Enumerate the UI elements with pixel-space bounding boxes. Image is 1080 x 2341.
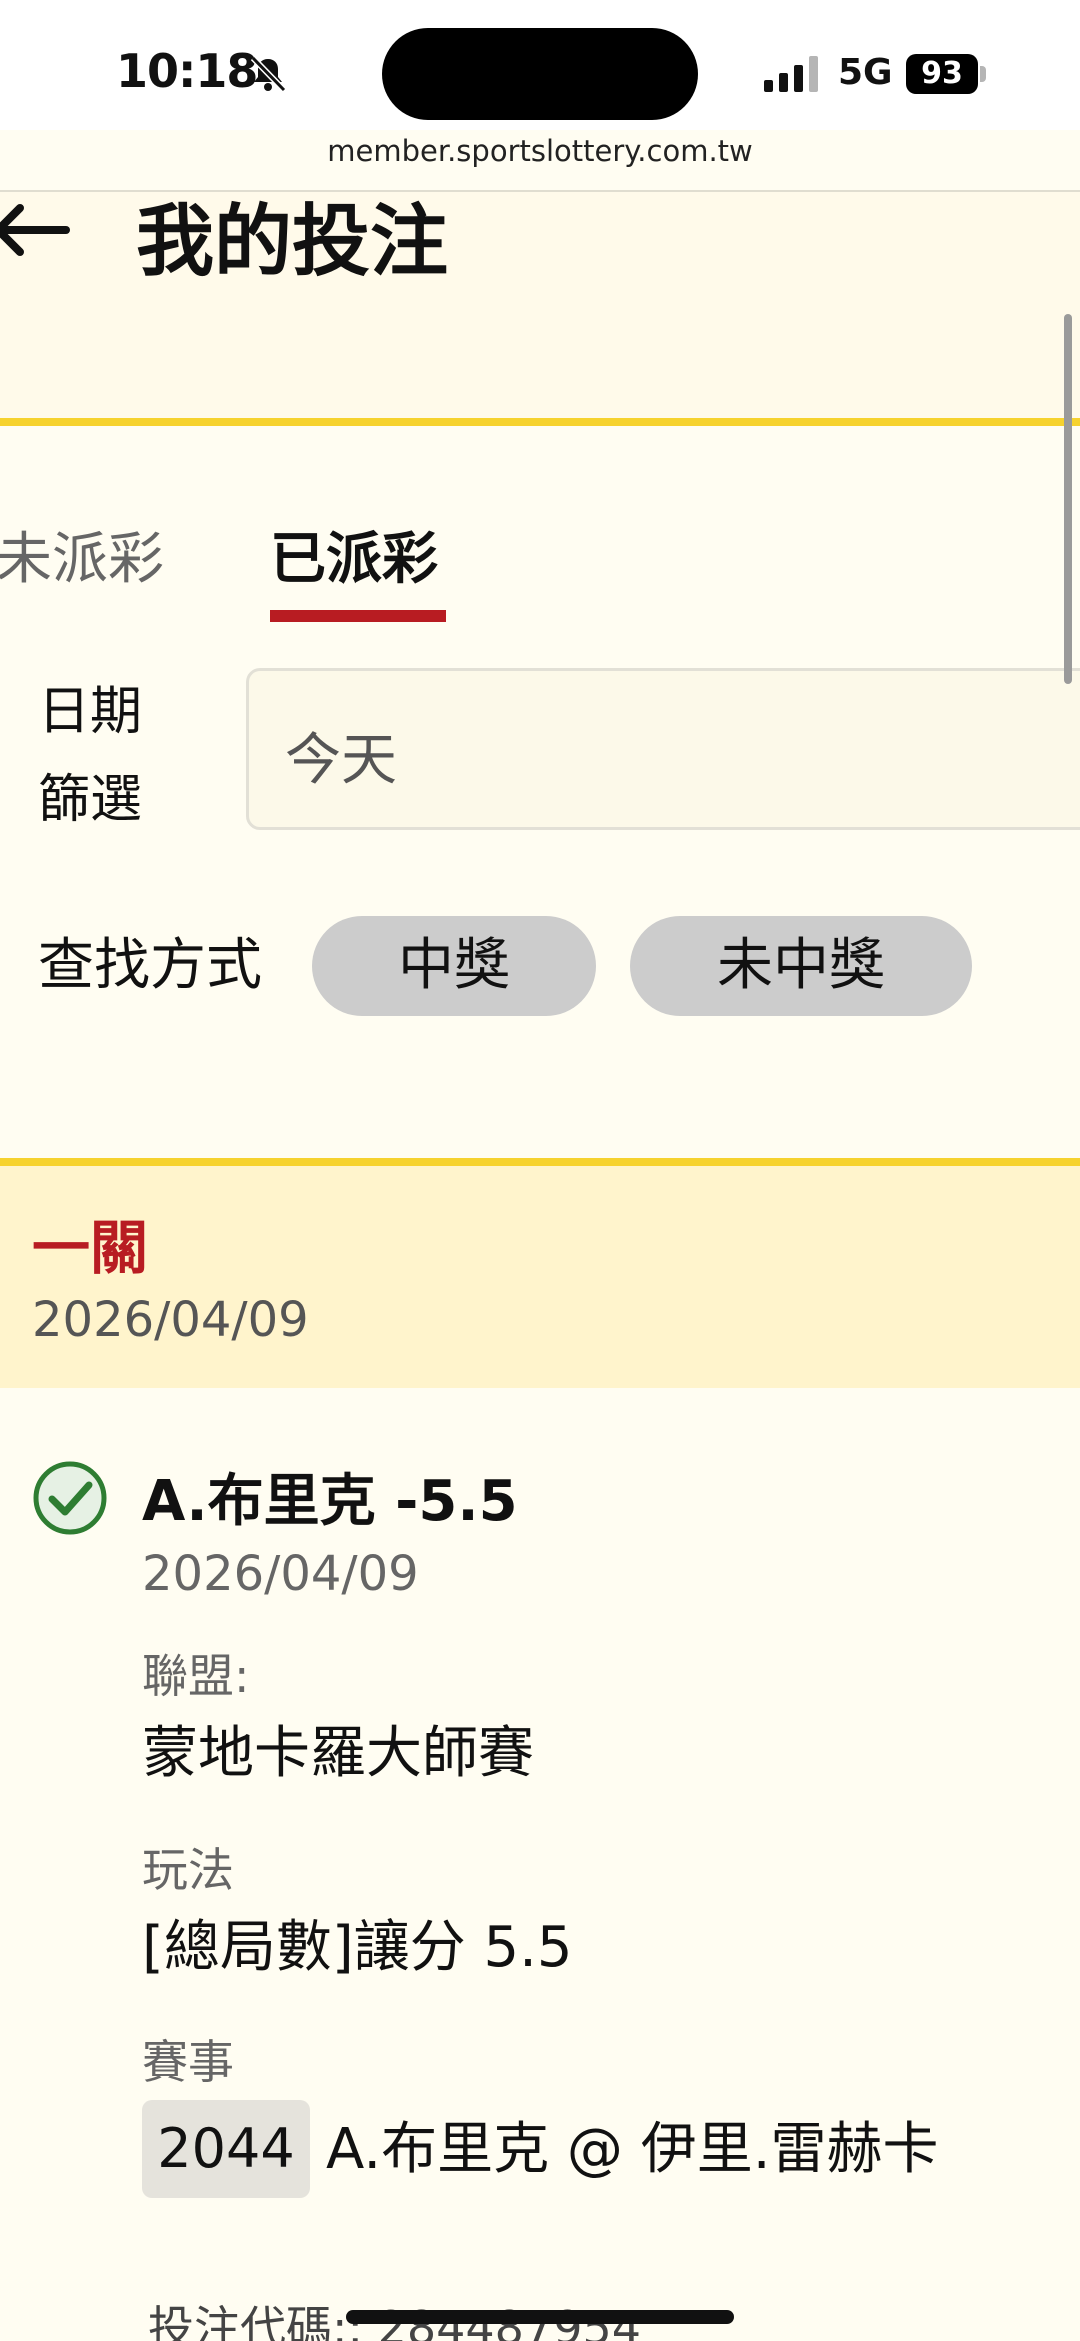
- date-filter-label: 日期 篩選: [38, 682, 143, 830]
- bet-group-header: [0, 1166, 1080, 1388]
- bet-group-title: 一關: [32, 1214, 149, 1282]
- event-name: A.布里克 @ 伊里.雷赫卡: [326, 2117, 939, 2182]
- dynamic-island: [382, 28, 698, 120]
- play-type-value: [總局數]讓分 5.5: [142, 1915, 573, 1980]
- bell-muted-icon: [250, 55, 287, 93]
- check-circle-icon: [33, 1461, 107, 1535]
- play-type-label: 玩法: [142, 1843, 234, 1897]
- search-mode-label: 查找方式: [38, 933, 262, 998]
- league-label: 聯盟:: [142, 1649, 250, 1703]
- active-tab-indicator: [270, 610, 446, 622]
- filter-chip-win[interactable]: 中獎: [312, 916, 596, 1016]
- status-time: 10:18: [116, 44, 258, 98]
- bet-group-date: 2026/04/09: [32, 1292, 309, 1348]
- signal-icon: [764, 56, 818, 92]
- back-arrow-icon[interactable]: [0, 200, 70, 260]
- home-indicator[interactable]: [346, 2310, 734, 2324]
- event-label: 賽事: [142, 2035, 234, 2089]
- network-label: 5G: [838, 52, 893, 93]
- battery-icon: 93: [906, 54, 986, 94]
- browser-url[interactable]: member.sportslottery.com.tw: [0, 134, 1080, 168]
- bet-selection: A.布里克 -5.5: [142, 1469, 518, 1534]
- section-divider: [0, 1158, 1080, 1166]
- date-filter-value: 今天: [285, 728, 397, 793]
- event-code-badge: 2044: [142, 2100, 310, 2198]
- bet-date: 2026/04/09: [142, 1546, 419, 1602]
- scrollbar[interactable]: [1064, 314, 1072, 684]
- header-divider: [0, 418, 1080, 426]
- league-value: 蒙地卡羅大師賽: [142, 1721, 534, 1786]
- tab-undrawn[interactable]: 未派彩: [0, 520, 164, 600]
- filter-chip-lose[interactable]: 未中獎: [630, 916, 972, 1016]
- page-title: 我的投注: [136, 197, 449, 287]
- date-filter-select[interactable]: 今天: [246, 668, 1080, 830]
- tab-drawn[interactable]: 已派彩: [270, 520, 438, 600]
- battery-level: 93: [921, 56, 963, 91]
